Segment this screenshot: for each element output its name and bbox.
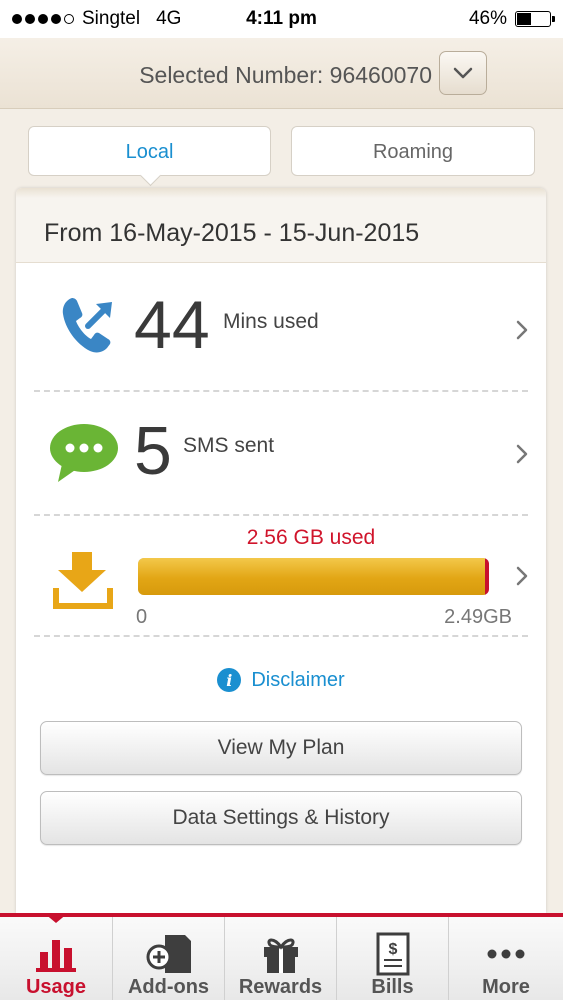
minutes-used-label: Mins used (223, 310, 319, 333)
minutes-used-value: 44 (134, 287, 210, 363)
more-icon (449, 931, 563, 977)
gift-icon (225, 931, 336, 977)
data-usage-bar-fill (138, 558, 489, 595)
download-icon (53, 552, 113, 609)
data-usage-bar (138, 558, 489, 595)
disclaimer-label: Disclaimer (251, 668, 345, 691)
tab-add-ons[interactable]: Add-ons (112, 917, 224, 1000)
divider (34, 635, 528, 637)
tab-bills[interactable]: $ Bills (336, 917, 448, 1000)
chevron-right-icon (516, 444, 528, 464)
disclaimer-link[interactable]: i Disclaimer (16, 668, 546, 692)
data-bar-min-label: 0 (136, 606, 148, 628)
chevron-right-icon (516, 566, 528, 586)
status-right: 46% (468, 8, 555, 30)
number-dropdown-button[interactable] (439, 51, 487, 95)
chevron-right-icon (516, 320, 528, 340)
sms-sent-label: SMS sent (183, 434, 275, 457)
data-bar-max-label: 2.49GB (444, 606, 512, 628)
add-sim-icon (113, 931, 224, 977)
sms-sent-value: 5 (134, 413, 172, 489)
billing-period: From 16-May-2015 - 15-Jun-2015 (16, 188, 546, 263)
divider (34, 514, 528, 516)
tab-rewards[interactable]: Rewards (224, 917, 336, 1000)
sms-row[interactable]: 5 SMS sent (16, 392, 546, 514)
usage-card: From 16-May-2015 - 15-Jun-2015 44 Mins u… (16, 188, 546, 913)
number-header: Selected Number: 96460070 (0, 38, 563, 109)
tab-roaming[interactable]: Roaming (291, 126, 535, 176)
tab-usage[interactable]: Usage (0, 913, 112, 1000)
bill-icon: $ (337, 931, 448, 977)
selected-number: Selected Number: 96460070 (139, 62, 432, 88)
active-tab-pointer (139, 164, 162, 187)
tab-more-label: More (482, 976, 530, 998)
tab-more[interactable]: More (448, 917, 563, 1000)
tab-bills-label: Bills (371, 976, 414, 998)
tab-usage-label: Usage (25, 976, 87, 998)
bar-chart-icon (0, 931, 112, 977)
info-icon: i (217, 668, 242, 692)
svg-text:$: $ (388, 941, 397, 958)
data-used-text: 2.56 GB used (246, 526, 376, 549)
battery-percent: 46% (468, 8, 507, 29)
battery-icon (515, 11, 555, 27)
tab-roaming-label: Roaming (372, 141, 454, 163)
tab-local-label: Local (125, 141, 174, 163)
view-my-plan-button[interactable]: View My Plan (40, 721, 522, 775)
data-row[interactable]: 2.56 GB used 0 2.49GB (16, 188, 546, 628)
chat-bubble-icon (50, 424, 118, 482)
chevron-down-icon (453, 67, 473, 79)
data-settings-history-button[interactable]: Data Settings & History (40, 791, 522, 845)
bottom-tab-bar: Usage Add-ons Rewards $ Bills More (0, 913, 563, 1000)
tab-add-ons-label: Add-ons (127, 976, 210, 998)
calls-row[interactable]: 44 Mins used (16, 264, 546, 390)
tab-local[interactable]: Local (28, 126, 271, 187)
tab-rewards-label: Rewards (238, 976, 323, 998)
status-bar: Singtel 4G 4:11 pm 46% (0, 0, 563, 38)
phone-icon (62, 298, 112, 353)
